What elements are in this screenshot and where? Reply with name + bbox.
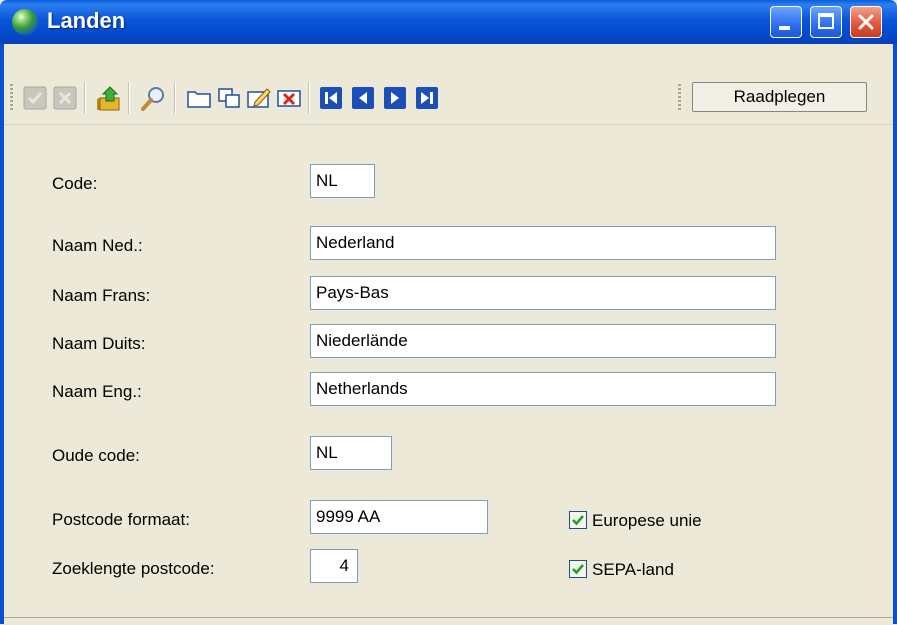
maximize-button[interactable] <box>810 6 842 38</box>
europese-unie-label[interactable]: Europese unie <box>592 511 702 531</box>
maximize-icon <box>818 13 834 29</box>
naam-frans-field[interactable]: Pays-Bas <box>310 276 776 310</box>
close-button[interactable] <box>850 6 882 38</box>
oude-code-field[interactable]: NL <box>310 436 392 470</box>
naam-ned-field[interactable]: Nederland <box>310 226 776 260</box>
window-title: Landen <box>47 8 126 33</box>
last-record-icon[interactable] <box>414 85 440 111</box>
oude-code-label: Oude code: <box>52 446 140 465</box>
mode-indicator: Raadplegen <box>692 82 867 112</box>
cancel-icon[interactable] <box>52 85 78 111</box>
search-icon[interactable] <box>139 85 165 111</box>
window-frame-left <box>0 44 4 624</box>
delete-icon[interactable] <box>276 85 302 111</box>
previous-record-icon[interactable] <box>350 85 376 111</box>
naam-eng-field[interactable]: Netherlands <box>310 372 776 406</box>
export-icon[interactable] <box>94 85 120 111</box>
naam-eng-label: Naam Eng.: <box>52 382 142 401</box>
toolbar-grip[interactable] <box>10 84 13 112</box>
sepa-land-label[interactable]: SEPA-land <box>592 560 674 580</box>
checkmark-icon <box>572 564 584 575</box>
checkmark-icon <box>572 515 584 526</box>
code-field[interactable]: NL <box>310 164 375 198</box>
title-bar[interactable]: Landen <box>0 0 897 44</box>
zoeklengte-postcode-field[interactable]: 4 <box>310 549 358 583</box>
next-record-icon[interactable] <box>382 85 408 111</box>
first-record-icon[interactable] <box>318 85 344 111</box>
edit-icon[interactable] <box>246 85 272 111</box>
minimize-icon <box>779 26 790 30</box>
folder-icon[interactable] <box>186 85 212 111</box>
toolbar-grip[interactable] <box>678 84 681 112</box>
toolbar-separator <box>174 82 176 114</box>
code-label: Code: <box>52 174 98 193</box>
toolbar-separator <box>84 82 86 114</box>
check-icon[interactable] <box>22 85 48 111</box>
naam-frans-label: Naam Frans: <box>52 286 151 305</box>
copy-icon[interactable] <box>216 85 242 111</box>
toolbar-separator <box>308 82 310 114</box>
postcode-formaat-field[interactable]: 9999 AA <box>310 500 488 534</box>
postcode-formaat-label: Postcode formaat: <box>52 510 190 529</box>
close-icon <box>858 14 874 30</box>
toolbar-separator <box>128 82 130 114</box>
toolbar: Raadplegen <box>4 74 893 125</box>
window-frame-right <box>893 44 897 624</box>
zoeklengte-postcode-label: Zoeklengte postcode: <box>52 559 215 578</box>
europese-unie-checkbox[interactable] <box>569 511 587 529</box>
sepa-land-checkbox[interactable] <box>569 560 587 578</box>
naam-ned-label: Naam Ned.: <box>52 236 143 255</box>
minimize-button[interactable] <box>770 6 802 38</box>
naam-duits-label: Naam Duits: <box>52 334 146 353</box>
naam-duits-field[interactable]: Niederlände <box>310 324 776 358</box>
globe-icon <box>12 9 38 35</box>
